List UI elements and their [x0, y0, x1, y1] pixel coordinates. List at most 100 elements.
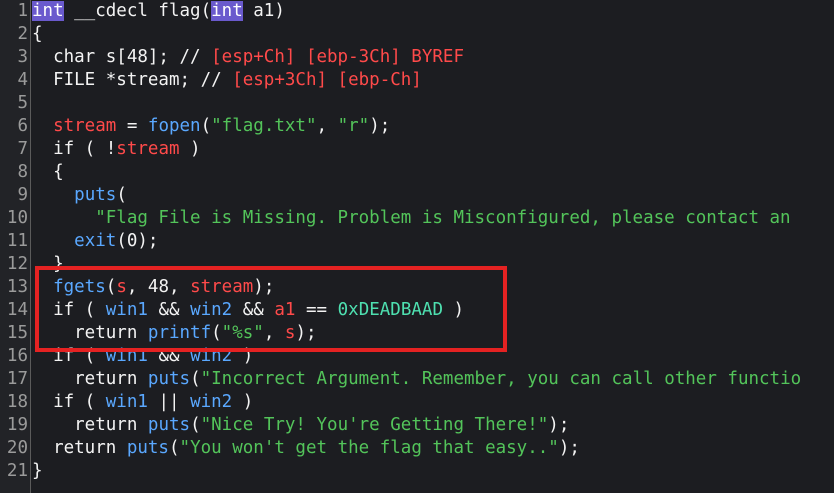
code-token: win1 — [105, 346, 148, 366]
code-token: stream — [116, 139, 180, 159]
code-token: "flag.txt" — [211, 116, 317, 136]
code-text[interactable]: { — [32, 161, 64, 184]
line-number: 19 — [6, 415, 28, 435]
code-token: if ( ! — [32, 139, 117, 159]
code-line[interactable]: 21} — [0, 460, 834, 483]
code-token: return — [32, 369, 148, 389]
code-line[interactable]: 8 { — [0, 161, 834, 184]
code-line[interactable]: 6 stream = fopen("flag.txt", "r"); — [0, 115, 834, 138]
code-text[interactable]: int __cdecl flag(int a1) — [32, 0, 285, 23]
code-line[interactable]: 17 return puts("Incorrect Argument. Reme… — [0, 368, 834, 391]
line-number: 5 — [17, 93, 28, 113]
code-line[interactable]: 18 if ( win1 || win2 ) — [0, 391, 834, 414]
code-token: s — [116, 277, 127, 297]
code-text[interactable]: exit(0); — [32, 230, 158, 253]
code-token: , — [263, 323, 285, 343]
code-token: if ( — [32, 346, 106, 366]
code-token: "Incorrect Argument. Remember, you can c… — [200, 369, 802, 389]
code-token: char s[48]; // — [32, 47, 212, 67]
code-text[interactable]: fgets(s, 48, stream); — [32, 276, 274, 299]
code-token: FILE *stream; // — [32, 70, 233, 90]
code-token: && — [147, 346, 191, 366]
code-token: = — [116, 116, 148, 136]
line-number: 11 — [6, 231, 28, 251]
line-number: 21 — [6, 461, 28, 481]
code-text[interactable]: } — [32, 460, 43, 483]
code-token: { — [32, 162, 64, 182]
code-line[interactable]: 7 if ( !stream ) — [0, 138, 834, 161]
code-line[interactable]: 12 } — [0, 253, 834, 276]
code-line[interactable]: 15 return printf("%s", s); — [0, 322, 834, 345]
code-token: if ( — [32, 392, 106, 412]
code-token: "Nice Try! You're Getting There!" — [200, 415, 549, 435]
code-text[interactable]: char s[48]; // [esp+Ch] [ebp-3Ch] BYREF — [32, 46, 464, 69]
line-number: 20 — [6, 438, 28, 458]
code-text[interactable]: } — [32, 253, 64, 276]
code-token: ( — [211, 323, 222, 343]
code-text[interactable]: { — [32, 23, 43, 46]
line-number: 2 — [17, 24, 28, 44]
code-token: ) — [179, 139, 201, 159]
code-line[interactable]: 20 return puts("You won't get the flag t… — [0, 437, 834, 460]
code-token: a1 — [274, 300, 296, 320]
code-line[interactable]: 13 fgets(s, 48, stream); — [0, 276, 834, 299]
line-number: 16 — [6, 346, 28, 366]
code-token: ) — [232, 392, 254, 412]
code-text[interactable]: return puts("Nice Try! You're Getting Th… — [32, 414, 569, 437]
code-text[interactable]: "Flag File is Missing. Problem is Miscon… — [32, 207, 790, 230]
code-text[interactable]: if ( win1 && win2 && a1 == 0xDEADBAAD ) — [32, 299, 464, 322]
code-line[interactable]: 9 puts( — [0, 184, 834, 207]
code-token: == — [295, 300, 338, 320]
code-editor: 1 int __cdecl flag(int a1) 2{3 char s[48];… — [0, 0, 834, 493]
code-line[interactable]: 2{ — [0, 23, 834, 46]
code-line[interactable]: 10 "Flag File is Missing. Problem is Mis… — [0, 207, 834, 230]
code-token: puts — [147, 369, 191, 389]
code-token: ); — [253, 277, 275, 297]
code-token: ( — [190, 415, 201, 435]
code-token: && — [232, 300, 275, 320]
line-number: 6 — [17, 116, 28, 136]
code-token: && — [147, 300, 191, 320]
line-number: 3 — [17, 47, 28, 67]
code-token: ); — [369, 116, 391, 136]
code-line[interactable]: 16 if ( win1 && win2 ) — [0, 345, 834, 368]
code-token: return — [32, 438, 127, 458]
code-text[interactable]: if ( win1 || win2 ) — [32, 391, 253, 414]
code-token: , 48, — [126, 277, 191, 297]
code-token: stream — [53, 116, 117, 136]
code-line[interactable]: 11 exit(0); — [0, 230, 834, 253]
code-text[interactable]: return printf("%s", s); — [32, 322, 317, 345]
line-number: 8 — [17, 162, 28, 182]
code-token: stream — [190, 277, 254, 297]
code-text[interactable]: return puts("You won't get the flag that… — [32, 437, 580, 460]
code-text[interactable]: if ( !stream ) — [32, 138, 201, 161]
code-token: ( — [168, 438, 180, 458]
code-line[interactable]: 19 return puts("Nice Try! You're Getting… — [0, 414, 834, 437]
code-text[interactable]: FILE *stream; // [esp+3Ch] [ebp-Ch] — [32, 69, 422, 92]
code-text[interactable]: if ( win1 && win2 ) — [32, 345, 253, 368]
code-token: ( — [105, 277, 117, 297]
code-line[interactable]: 4 FILE *stream; // [esp+3Ch] [ebp-Ch] — [0, 69, 834, 92]
line-number: 12 — [6, 254, 28, 274]
code-line[interactable]: 3 char s[48]; // [esp+Ch] [ebp-3Ch] BYRE… — [0, 46, 834, 69]
code-token: "%s" — [221, 323, 264, 343]
code-token: return — [32, 415, 148, 435]
code-token: ); — [295, 323, 317, 343]
code-token: } — [32, 461, 43, 481]
code-text[interactable]: stream = fopen("flag.txt", "r"); — [32, 115, 390, 138]
code-token: puts — [126, 438, 169, 458]
code-token: printf — [147, 323, 212, 343]
line-number: 18 — [6, 392, 28, 412]
code-text[interactable]: puts( — [32, 184, 127, 207]
code-token: fopen — [147, 116, 201, 136]
code-token: ); — [558, 438, 580, 458]
code-text[interactable]: return puts("Incorrect Argument. Remembe… — [32, 368, 801, 391]
code-line[interactable]: 14 if ( win1 && win2 && a1 == 0xDEADBAAD… — [0, 299, 834, 322]
code-line[interactable]: 5 — [0, 92, 834, 115]
code-line[interactable]: 1 int __cdecl flag(int a1) — [0, 0, 834, 23]
code-token: win2 — [190, 346, 233, 366]
code-token: exit — [74, 231, 117, 251]
